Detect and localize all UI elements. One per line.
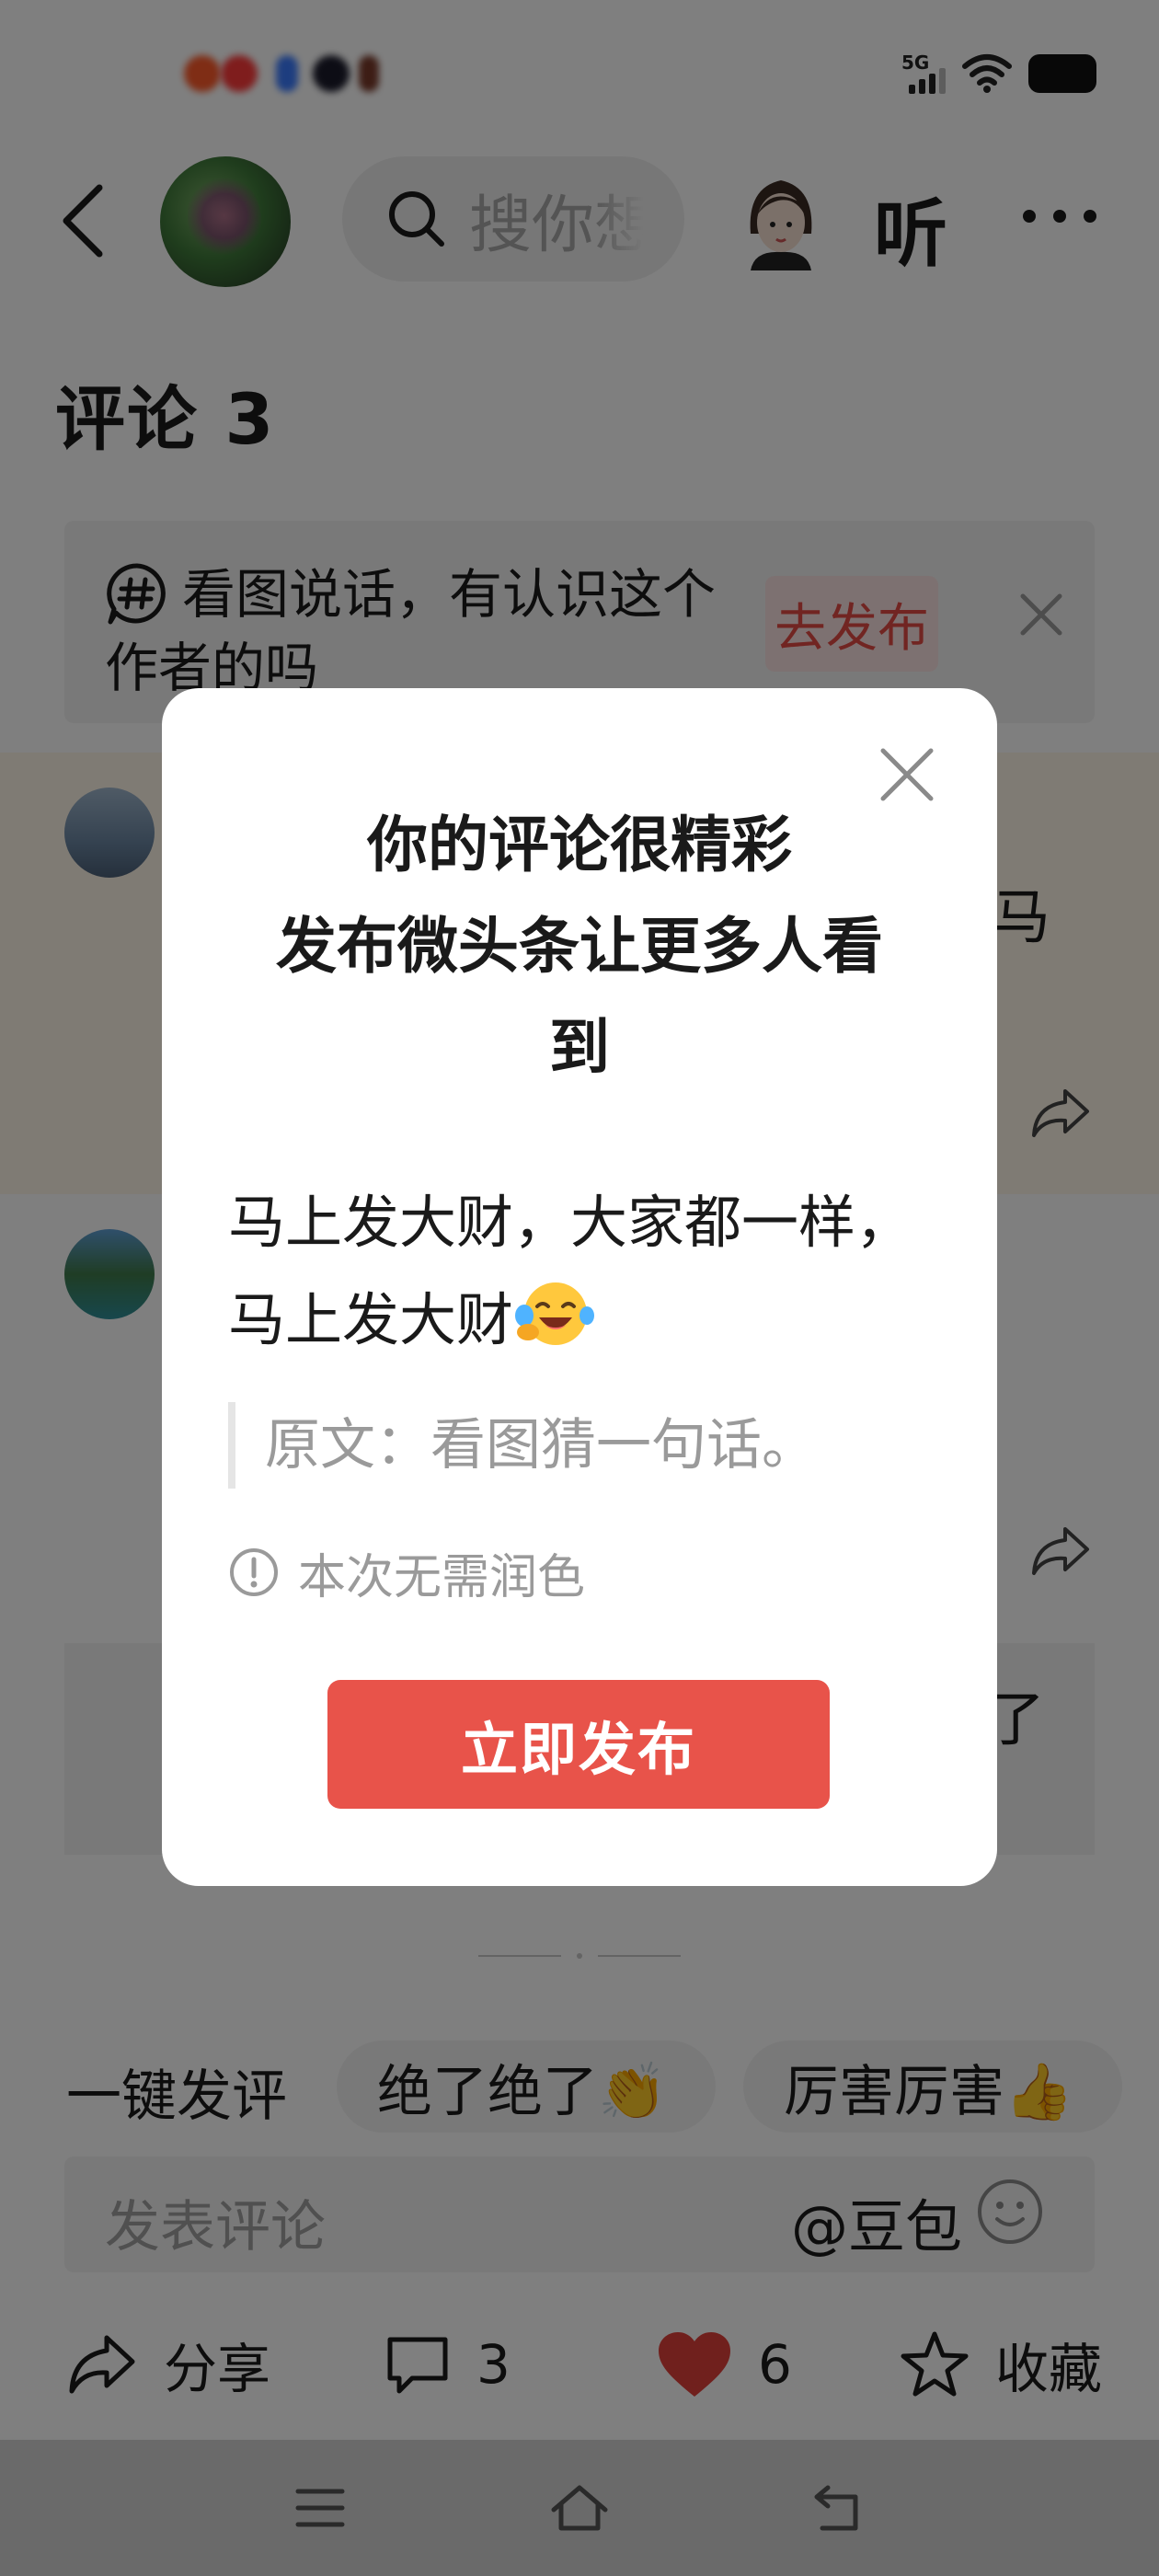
publish-now-button[interactable]: 立即发布 <box>327 1680 830 1809</box>
system-navigation-bar <box>0 2440 1159 2576</box>
original-text-quote: 原文：看图猜一句话。 <box>228 1402 817 1489</box>
polish-note: 本次无需润色 <box>228 1542 585 1605</box>
back-nav-icon[interactable] <box>809 2482 865 2534</box>
laughing-crying-emoji-icon <box>515 1282 595 1345</box>
info-icon <box>230 1548 278 1596</box>
menu-icon[interactable] <box>293 2482 348 2534</box>
dialog-title: 你的评论很精彩 发布微头条让更多人看 到 <box>276 810 883 1083</box>
dialog-comment-text: 马上发大财，大家都一样， 马上发大财 <box>228 1189 913 1353</box>
publish-dialog: 你的评论很精彩 发布微头条让更多人看 到 马上发大财，大家都一样， 马上发大财 … <box>162 688 997 1886</box>
home-icon[interactable] <box>548 2482 611 2534</box>
